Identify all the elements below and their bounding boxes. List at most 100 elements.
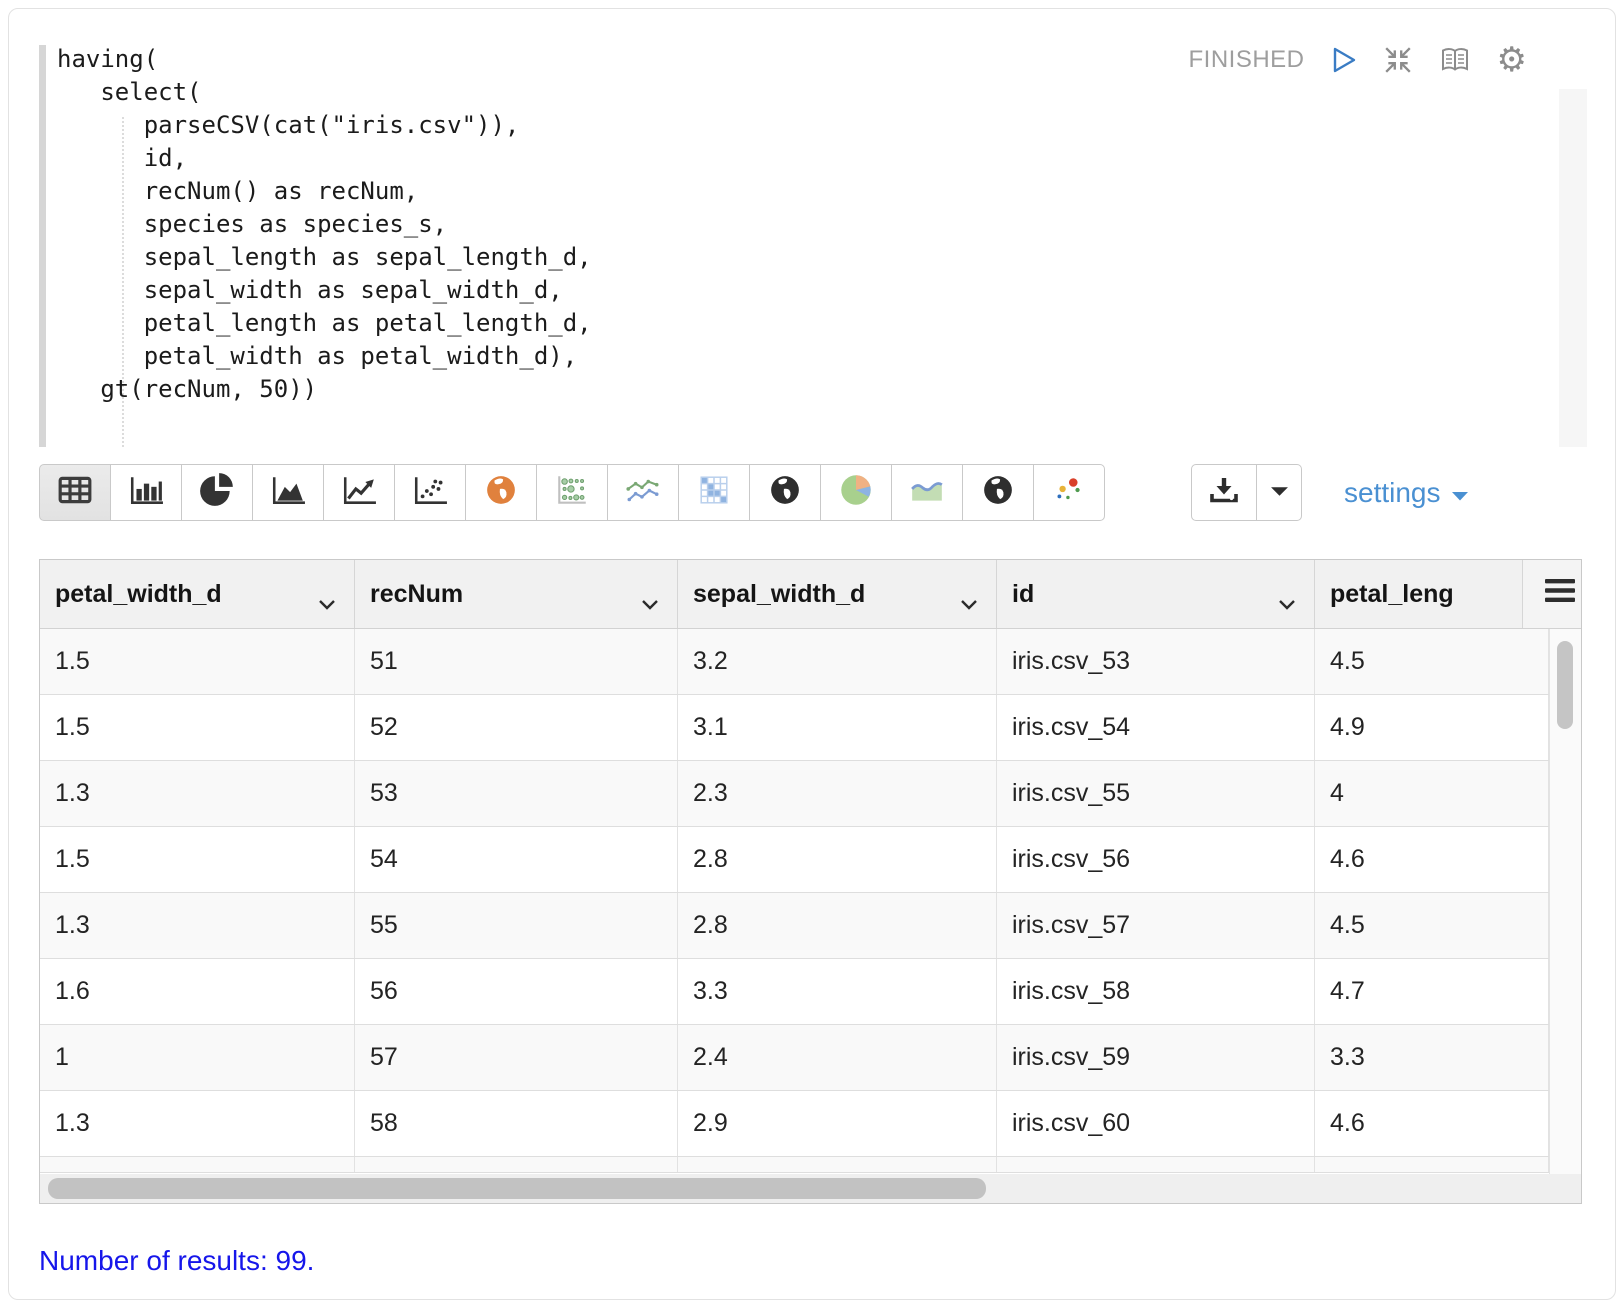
table-cell: 1 (40, 1025, 355, 1090)
table-cell: iris.csv_59 (997, 1025, 1315, 1090)
editor-scrollbar[interactable] (1559, 89, 1587, 447)
area-chart-button[interactable] (252, 464, 324, 521)
paragraph-controls: FINISHED ⚙ (1189, 45, 1528, 75)
table-cell: 4 (1315, 761, 1549, 826)
settings-dropdown[interactable]: settings (1344, 477, 1470, 509)
table-row: 1.5513.2iris.csv_534.5 (40, 629, 1581, 695)
bubble-grid-icon (554, 474, 590, 511)
table-cell: 56 (355, 959, 678, 1024)
table-cell: iris.csv_53 (997, 629, 1315, 694)
table-cell: 1.5 (40, 695, 355, 760)
table-header-row: petal_width_d recNum sepal_width_d id pe… (40, 560, 1581, 629)
table-cell: iris.csv_56 (997, 827, 1315, 892)
globe-dark-2-icon (982, 474, 1014, 511)
column-label: recNum (370, 580, 463, 609)
table-cell: 3.1 (678, 695, 997, 760)
table-cell: 4.6 (1315, 1091, 1549, 1156)
chevron-down-icon[interactable] (960, 588, 978, 617)
editor-gutter (39, 45, 46, 447)
column-header-recnum[interactable]: recNum (355, 560, 678, 628)
download-icon (1207, 475, 1241, 510)
table-cell: 54 (355, 827, 678, 892)
table-cell: iris.csv_58 (997, 959, 1315, 1024)
chevron-down-icon[interactable] (1278, 588, 1296, 617)
table-row: 1.5523.1iris.csv_544.9 (40, 695, 1581, 761)
table-row: 1.3582.9iris.csv_604.6 (40, 1091, 1581, 1157)
table-cell: 2.8 (678, 893, 997, 958)
map-view-button[interactable] (465, 464, 537, 521)
table-partial-row (40, 1157, 1581, 1173)
table-body: 1.5513.2iris.csv_534.51.5523.1iris.csv_5… (40, 629, 1581, 1157)
column-header-petal-width[interactable]: petal_width_d (40, 560, 355, 628)
table-cell: iris.csv_57 (997, 893, 1315, 958)
table-cell: 4.9 (1315, 695, 1549, 760)
download-button[interactable] (1191, 464, 1257, 521)
table-row: 1.5542.8iris.csv_564.6 (40, 827, 1581, 893)
book-icon[interactable] (1439, 46, 1471, 74)
vertical-scrollbar-thumb[interactable] (1557, 641, 1573, 729)
download-options-button[interactable] (1256, 464, 1302, 521)
chart-type-group (39, 464, 1105, 521)
table-cell: 1.6 (40, 959, 355, 1024)
table-cell: 1.3 (40, 1091, 355, 1156)
collapse-icon[interactable] (1383, 45, 1413, 75)
heatmap-button[interactable] (678, 464, 750, 521)
table-cell: iris.csv_60 (997, 1091, 1315, 1156)
line-chart-button[interactable] (323, 464, 395, 521)
scatter-colored-button[interactable] (1033, 464, 1105, 521)
table-row: 1572.4iris.csv_593.3 (40, 1025, 1581, 1091)
table-row: 1.3532.3iris.csv_554 (40, 761, 1581, 827)
code-editor[interactable]: having( select( parseCSV(cat("iris.csv")… (9, 9, 1615, 459)
settings-label: settings (1344, 477, 1441, 509)
globe-view-button[interactable] (749, 464, 821, 521)
pie-chart-button[interactable] (181, 464, 253, 521)
code-text[interactable]: having( select( parseCSV(cat("iris.csv")… (57, 43, 592, 406)
scatter-chart-icon (412, 475, 448, 510)
multi-line-chart-button[interactable] (607, 464, 679, 521)
horizontal-scrollbar-thumb[interactable] (48, 1178, 986, 1199)
table-cell: 1.3 (40, 761, 355, 826)
hamburger-icon (1545, 579, 1575, 609)
results-count-text: Number of results: 99. (39, 1245, 314, 1277)
table-cell: iris.csv_54 (997, 695, 1315, 760)
bar-chart-button[interactable] (110, 464, 182, 521)
table-cell: 3.3 (1315, 1025, 1549, 1090)
table-cell: 4.5 (1315, 893, 1549, 958)
table-cell: 53 (355, 761, 678, 826)
column-header-id[interactable]: id (997, 560, 1315, 628)
line-chart-icon (341, 475, 377, 510)
play-icon[interactable] (1331, 46, 1357, 74)
bubble-grid-button[interactable] (536, 464, 608, 521)
table-menu-button[interactable] (1523, 560, 1581, 628)
scatter-colored-icon (1053, 474, 1085, 511)
table-cell: 2.4 (678, 1025, 997, 1090)
vertical-scrollbar[interactable] (1549, 629, 1581, 1174)
globe-view-2-button[interactable] (962, 464, 1034, 521)
column-header-petal-length[interactable]: petal_leng (1315, 560, 1523, 628)
chevron-down-icon[interactable] (318, 588, 336, 617)
download-group (1191, 464, 1302, 521)
table-cell: 1.5 (40, 629, 355, 694)
table-cell: 3.3 (678, 959, 997, 1024)
column-label: id (1012, 580, 1034, 609)
chevron-down-icon[interactable] (641, 588, 659, 617)
table-cell: 2.9 (678, 1091, 997, 1156)
result-table: petal_width_d recNum sepal_width_d id pe… (39, 559, 1582, 1204)
table-cell: 1.5 (40, 827, 355, 892)
column-header-sepal-width[interactable]: sepal_width_d (678, 560, 997, 628)
area-colored-icon (909, 475, 945, 510)
table-cell: 4.7 (1315, 959, 1549, 1024)
gear-icon[interactable]: ⚙ (1497, 45, 1527, 75)
table-cell: iris.csv_55 (997, 761, 1315, 826)
pie-chart-icon (198, 473, 236, 512)
table-cell: 2.8 (678, 827, 997, 892)
horizontal-scrollbar[interactable] (40, 1174, 1581, 1203)
table-cell: 1.3 (40, 893, 355, 958)
status-badge: FINISHED (1189, 46, 1305, 74)
heatmap-grid-icon (698, 474, 730, 511)
pie-colored-icon (839, 473, 873, 512)
pie-colored-button[interactable] (820, 464, 892, 521)
scatter-chart-button[interactable] (394, 464, 466, 521)
area-colored-button[interactable] (891, 464, 963, 521)
table-view-button[interactable] (39, 464, 111, 521)
